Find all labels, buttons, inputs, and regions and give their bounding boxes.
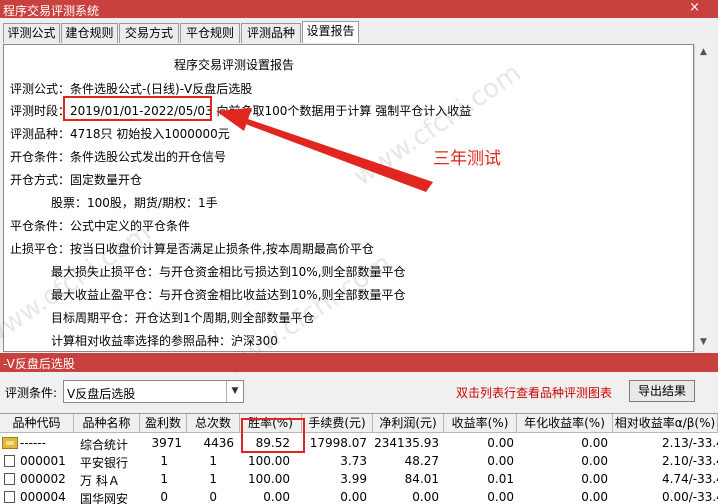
table-cell-profit[interactable]: 0.00 xyxy=(373,490,439,504)
winrate-highlight-box xyxy=(241,418,305,453)
table-cell-annual[interactable]: 0.00 xyxy=(517,436,608,450)
hint-text: 双击列表行查看品种评测图表 xyxy=(456,386,613,400)
scroll-down-icon[interactable]: ▼ xyxy=(700,337,707,347)
table-cell-return[interactable]: 0.01 xyxy=(444,472,514,486)
window-title: 程序交易评测系统 xyxy=(3,4,100,18)
tab-bar: 评测公式 建仓规则 交易方式 平仓规则 评测品种 设置报告 xyxy=(0,19,718,44)
table-cell-return[interactable]: 0.00 xyxy=(444,490,514,504)
table-cell-relative[interactable]: 4.74/-33.4 xyxy=(662,472,718,486)
table-cell-fee[interactable]: 3.73 xyxy=(302,454,367,468)
table-cell-rate[interactable]: 100.00 xyxy=(240,472,290,486)
table-cell-rate[interactable]: 100.00 xyxy=(240,454,290,468)
condition-select[interactable]: V反盘后选股 ▼ xyxy=(63,380,244,403)
table-cell-fee[interactable]: 3.99 xyxy=(302,472,367,486)
table-cell-name[interactable]: 综合统计 xyxy=(80,436,128,453)
report-line: 评测公式：条件选股公式-(日线)-V反盘后选股 xyxy=(10,82,253,96)
table-cell-rate[interactable]: 0.00 xyxy=(240,490,290,504)
tab-trade-mode[interactable]: 交易方式 xyxy=(119,23,179,43)
table-cell-total[interactable]: 1 xyxy=(187,472,217,486)
table-cell-name[interactable]: 万 科Ａ xyxy=(80,472,120,489)
table-cell-return[interactable]: 0.00 xyxy=(444,436,514,450)
window-titlebar: 程序交易评测系统 × xyxy=(0,0,718,18)
table-cell-win[interactable]: 3971 xyxy=(140,436,182,450)
report-line: 股票：100股，期货/期权：1手 xyxy=(51,196,218,210)
table-cell-total[interactable]: 0 xyxy=(187,490,217,504)
table-cell-win[interactable]: 1 xyxy=(140,454,168,468)
condition-label: 评测条件: xyxy=(5,386,58,400)
col-header-code[interactable]: 品种代码 xyxy=(0,414,74,433)
report-scrollbar[interactable]: ▲ ▼ xyxy=(694,44,718,352)
export-button[interactable]: 导出结果 xyxy=(629,380,695,402)
col-header-name[interactable]: 品种名称 xyxy=(74,414,140,433)
table-cell-win[interactable]: 1 xyxy=(140,472,168,486)
table-cell-relative[interactable]: 2.13/-33.4 xyxy=(662,436,718,450)
tab-report[interactable]: 设置报告 xyxy=(302,21,359,43)
scroll-up-icon[interactable]: ▲ xyxy=(700,47,707,57)
col-header-return[interactable]: 收益率(%) xyxy=(444,414,517,433)
report-heading: 程序交易评测设置报告 xyxy=(174,58,295,72)
table-cell-total[interactable]: 4436 xyxy=(187,436,234,450)
stock-icon xyxy=(4,491,15,503)
section-title: -V反盘后选股 xyxy=(3,357,75,371)
annotation-text: 三年测试 xyxy=(433,149,501,169)
table-cell-total[interactable]: 1 xyxy=(187,454,217,468)
stock-icon xyxy=(4,455,15,467)
report-line: 平仓条件：公式中定义的平仓条件 xyxy=(10,219,191,233)
tab-close-rules[interactable]: 平仓规则 xyxy=(180,23,240,43)
stock-icon xyxy=(4,473,15,485)
table-cell-return[interactable]: 0.00 xyxy=(444,454,514,468)
close-icon[interactable]: × xyxy=(689,0,700,15)
section-title-bar: -V反盘后选股 xyxy=(0,353,718,372)
table-cell-code[interactable]: 000002 xyxy=(20,472,66,486)
table-cell-code[interactable]: 000004 xyxy=(20,490,66,504)
tab-instruments[interactable]: 评测品种 xyxy=(241,23,301,43)
report-line: 开仓方式：固定数量开仓 xyxy=(10,173,143,187)
table-cell-fee[interactable]: 0.00 xyxy=(302,490,367,504)
table-cell-relative[interactable]: 2.10/-33.4 xyxy=(662,454,718,468)
col-header-total[interactable]: 总次数 xyxy=(187,414,240,433)
table-cell-relative[interactable]: 0.00/-33.4 xyxy=(662,490,718,504)
table-cell-profit[interactable]: 84.01 xyxy=(373,472,439,486)
table-cell-profit[interactable]: 48.27 xyxy=(373,454,439,468)
chevron-down-icon[interactable]: ▼ xyxy=(226,381,243,402)
folder-icon xyxy=(2,437,18,449)
table-cell-code[interactable]: 000001 xyxy=(20,454,66,468)
table-cell-code[interactable]: ------ xyxy=(20,436,46,450)
tab-open-rules[interactable]: 建仓规则 xyxy=(61,23,118,43)
tab-formula[interactable]: 评测公式 xyxy=(3,23,60,43)
report-line: 开仓条件：条件选股公式发出的开仓信号 xyxy=(10,150,227,164)
table-cell-win[interactable]: 0 xyxy=(140,490,168,504)
col-header-relative[interactable]: 相对收益率α/β(%) xyxy=(613,414,718,433)
report-panel: 程序交易评测设置报告 评测公式：条件选股公式-(日线)-V反盘后选股 评测时段：… xyxy=(3,44,694,352)
table-cell-annual[interactable]: 0.00 xyxy=(517,490,608,504)
col-header-win[interactable]: 盈利数 xyxy=(140,414,187,433)
report-line: 评测品种：4718只 初始投入1000000元 xyxy=(10,127,230,141)
col-header-annual[interactable]: 年化收益率(%) xyxy=(517,414,613,433)
table-cell-name[interactable]: 平安银行 xyxy=(80,454,128,471)
table-cell-name[interactable]: 国华网安 xyxy=(80,490,128,504)
period-highlight-box xyxy=(63,96,212,121)
col-header-profit[interactable]: 净利润(元) xyxy=(373,414,444,433)
table-cell-fee[interactable]: 17998.07 xyxy=(302,436,367,450)
table-cell-annual[interactable]: 0.00 xyxy=(517,454,608,468)
table-cell-profit[interactable]: 234135.93 xyxy=(373,436,439,450)
table-cell-annual[interactable]: 0.00 xyxy=(517,472,608,486)
results-table: 品种代码 品种名称 盈利数 总次数 胜率(%) 手续费(元) 净利润(元) 收益… xyxy=(0,413,718,504)
col-header-fee[interactable]: 手续费(元) xyxy=(302,414,373,433)
report-line: 止损平仓：按当日收盘价计算是否满足止损条件,按本周期最高价平仓 xyxy=(10,242,374,256)
condition-value: V反盘后选股 xyxy=(67,387,136,401)
